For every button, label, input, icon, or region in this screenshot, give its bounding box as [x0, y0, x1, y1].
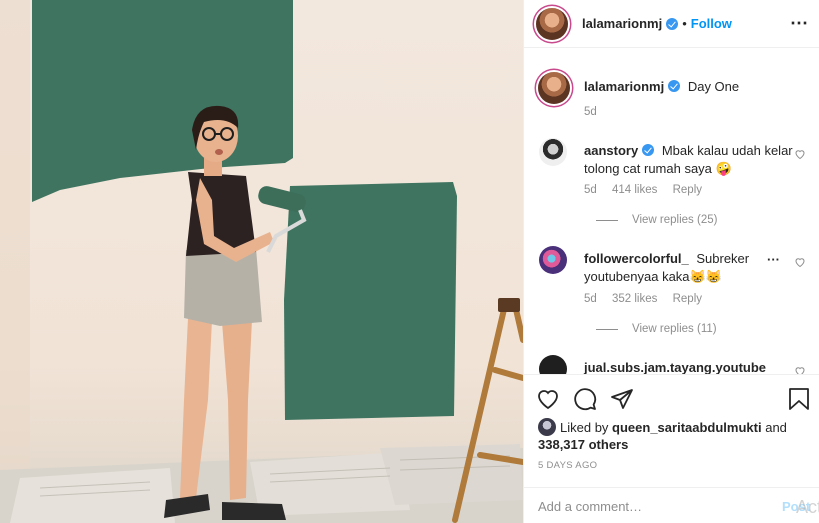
post-actions: Liked by queen_saritaabdulmukti and 338,… — [524, 374, 819, 523]
comment-body: followercolorful_ Subreker youtubenyaa k… — [584, 250, 759, 286]
view-replies-label[interactable]: View replies (11) — [632, 323, 717, 335]
view-replies-label[interactable]: View replies (25) — [632, 214, 717, 226]
comment-username[interactable]: jual.subs.jam.tayang.youtube — [584, 360, 766, 374]
commenter-avatar[interactable] — [539, 138, 567, 166]
caption-text: Day One — [687, 79, 740, 94]
comment-likes[interactable]: 414 likes — [612, 184, 657, 196]
comment-body: jual.subs.jam.tayang.youtube — [584, 359, 794, 374]
liked-by-others[interactable]: 338,317 others — [538, 437, 628, 452]
comment-input[interactable] — [538, 497, 758, 515]
verified-badge-icon — [666, 17, 679, 30]
verified-badge-icon — [668, 80, 681, 92]
liked-by-user[interactable]: queen_saritaabdulmukti — [612, 420, 762, 435]
author-avatar[interactable] — [538, 72, 570, 104]
reply-button[interactable]: Reply — [673, 293, 702, 305]
comment-likes[interactable]: 352 likes — [612, 293, 657, 305]
bookmark-icon[interactable] — [788, 387, 810, 411]
heart-icon[interactable] — [794, 365, 806, 374]
post-photo[interactable] — [0, 0, 523, 523]
liker-avatar[interactable] — [538, 418, 556, 436]
caption-meta: 5d — [584, 106, 609, 118]
comment-age: 5d — [584, 293, 597, 305]
caption-body: lalamarionmj Day One — [584, 78, 794, 96]
comment-username[interactable]: aanstory — [584, 143, 638, 158]
comment-username[interactable]: followercolorful_ — [584, 251, 689, 266]
reply-button[interactable]: Reply — [673, 184, 702, 196]
author-username[interactable]: lalamarionmj — [582, 16, 662, 31]
separator-dot: • — [682, 16, 687, 31]
liked-by-prefix: Liked by — [560, 420, 609, 435]
liked-by-and: and — [765, 420, 787, 435]
photo-illustration — [0, 0, 523, 523]
comments-list[interactable]: lalamarionmj Day One 5d aanstory Mbak ka… — [524, 56, 819, 374]
heart-icon[interactable] — [536, 387, 560, 411]
share-icon[interactable] — [610, 387, 634, 411]
heart-icon[interactable] — [794, 256, 806, 268]
view-replies[interactable]: View replies (11) — [596, 323, 717, 335]
post-date[interactable]: 5 DAYS AGO — [538, 460, 597, 471]
add-comment-bar: Post Act — [524, 487, 819, 523]
commenter-avatar[interactable] — [539, 355, 567, 374]
comment-meta: 5d 414 likes Reply — [584, 184, 714, 196]
author-avatar[interactable] — [536, 7, 568, 40]
caption-age: 5d — [584, 106, 597, 118]
post-header: lalamarionmj • Follow ⋯ — [524, 0, 819, 48]
watermark-text: Act — [796, 497, 819, 517]
comment-body: aanstory Mbak kalau udah kelar tolong ca… — [584, 142, 794, 178]
action-icons — [536, 387, 634, 411]
more-options-icon[interactable]: ··· — [767, 252, 780, 267]
save-button[interactable] — [788, 387, 810, 411]
likes-summary: Liked by queen_saritaabdulmukti and 338,… — [538, 418, 808, 453]
commenter-avatar[interactable] — [539, 246, 567, 274]
view-replies[interactable]: View replies (25) — [596, 214, 717, 226]
comment-meta: 5d 352 likes Reply — [584, 293, 714, 305]
comment-age: 5d — [584, 184, 597, 196]
post-side-panel: lalamarionmj • Follow ⋯ lalamarionmj Day… — [523, 0, 819, 523]
heart-icon[interactable] — [794, 148, 806, 160]
comment-icon[interactable] — [573, 387, 597, 411]
verified-badge-icon — [642, 144, 655, 156]
caption-username[interactable]: lalamarionmj — [584, 79, 664, 94]
follow-button[interactable]: Follow — [691, 16, 732, 31]
more-options-icon[interactable]: ⋯ — [790, 14, 809, 32]
